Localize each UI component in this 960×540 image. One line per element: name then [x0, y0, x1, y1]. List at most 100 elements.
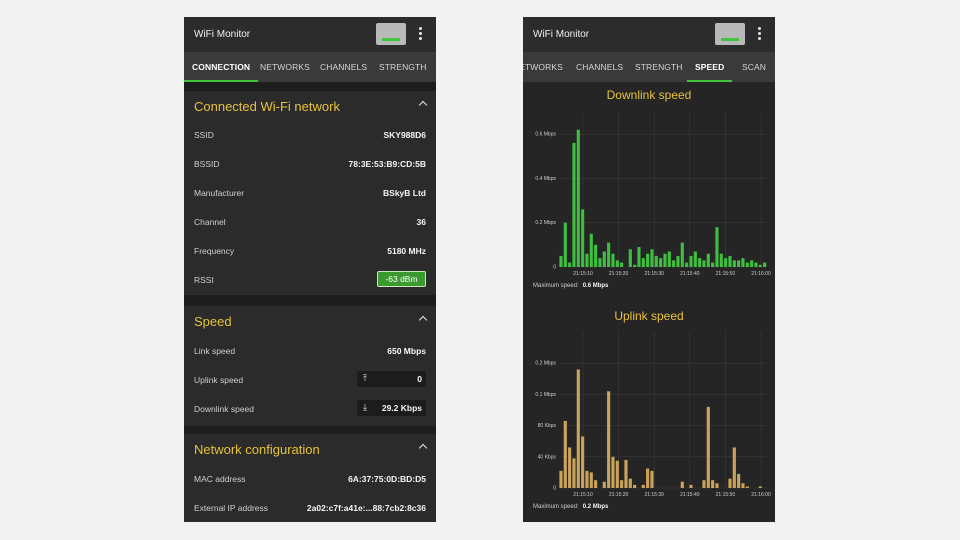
connection-content: Connected Wi-Fi network SSID SKY988D6 BS… [184, 82, 436, 522]
uplink-speed-row: Uplink speed ⤒ 0 [184, 366, 436, 395]
uplink-bar [702, 480, 706, 488]
uplink-bar [650, 470, 654, 488]
uplink-bar [728, 478, 732, 488]
uplink-xtick-label: 21:15:40 [680, 492, 700, 498]
uplink-ytick-label: 0.2 Mbps [535, 361, 556, 367]
tab-bar: CONNECTION NETWORKS CHANNELS STRENGTH [184, 52, 436, 82]
downlink-ytick-label: 0.4 Mbps [535, 176, 556, 182]
downlink-bar [711, 262, 715, 267]
uplink-xtick-label: 21:15:30 [644, 492, 664, 498]
downlink-bar [680, 242, 684, 267]
row-label: Uplink speed [194, 375, 244, 385]
chevron-up-icon[interactable] [418, 443, 428, 453]
downlink-bar [611, 253, 615, 267]
more-vert-icon[interactable] [416, 26, 424, 42]
row-value: SKY988D6 [383, 130, 426, 140]
uplink-bar [572, 458, 576, 488]
row-label: Channel [194, 217, 226, 227]
speed-card: Speed Link speed 650 Mbps Uplink speed ⤒… [184, 306, 436, 426]
downlink-bar [628, 249, 632, 267]
row-value: 650 Mbps [387, 346, 426, 356]
uplink-bar [602, 481, 606, 488]
tab-channels[interactable]: CHANNELS [320, 52, 367, 82]
downlink-xtick-label: 21:15:30 [644, 271, 664, 277]
row-label: Downlink speed [194, 404, 255, 414]
downlink-bar [685, 262, 689, 267]
downlink-bar [715, 227, 719, 267]
row-value: 0 [417, 374, 422, 384]
uplink-bar [737, 473, 741, 488]
downlink-bar [663, 253, 667, 267]
uplink-bar [715, 483, 719, 488]
downlink-bar [576, 129, 580, 267]
chevron-up-icon[interactable] [418, 315, 428, 325]
downlink-bar [650, 249, 654, 267]
speed-charts: 0 0.2 Mbps 0.4 Mbps 0.6 Mbps 21:15:10 21:15:2… [535, 112, 771, 498]
frequency-row: Frequency 5180 MHz [184, 237, 436, 266]
max-speed-label: Maximum speed: [533, 283, 579, 289]
uplink-bar [706, 406, 710, 488]
tab-strength[interactable]: STRENGTH [635, 52, 683, 82]
signal-strength-icon[interactable] [715, 23, 745, 45]
uplink-bar [563, 420, 567, 488]
row-label: Frequency [194, 246, 235, 256]
app-title: WiFi Monitor [533, 29, 590, 40]
card-header[interactable]: Connected Wi-Fi network [184, 91, 436, 121]
uplink-bar [576, 369, 580, 488]
speed-screen: WiFi Monitor NETWORKS CHANNELS STRENGTH … [523, 17, 775, 522]
downlink-ytick-label: 0.6 Mbps [535, 132, 556, 138]
uplink-bar [611, 456, 615, 488]
downlink-bar [659, 258, 663, 267]
downlink-bar [620, 262, 624, 267]
tab-speed[interactable]: SPEED [686, 52, 733, 82]
rssi-badge: -63 dBm [377, 271, 426, 287]
mac-address-row: MAC address 6A:37:75:0D:BD:D5 [184, 465, 436, 494]
uplink-bar [589, 472, 593, 488]
downlink-xtick-label: 21:16:00 [751, 271, 771, 277]
rssi-row: RSSI -63 dBm [184, 266, 436, 295]
upload-icon: ⤒ [363, 373, 367, 383]
card-header[interactable]: Network configuration [184, 434, 436, 464]
tab-connection[interactable]: CONNECTION [184, 52, 259, 82]
uplink-bar [633, 484, 637, 488]
signal-strength-icon[interactable] [376, 23, 406, 45]
uplink-xtick-label: 21:15:10 [573, 492, 593, 498]
uplink-bar [585, 470, 589, 488]
tab-scan[interactable]: SCAN [742, 52, 766, 82]
card-header[interactable]: Speed [184, 306, 436, 336]
max-speed-value: 0.2 Mbps [582, 504, 609, 510]
uplink-bar [641, 484, 645, 488]
downlink-speed-row: Downlink speed ⤓ 29.2 Kbps [184, 395, 436, 424]
downlink-bar [563, 222, 567, 267]
tab-strength[interactable]: STRENGTH [379, 52, 427, 82]
uplink-bar [620, 480, 624, 488]
downlink-bar [602, 251, 606, 267]
downlink-xtick-label: 21:15:20 [609, 271, 629, 277]
chevron-up-icon[interactable] [418, 100, 428, 110]
uplink-bar [607, 391, 611, 488]
downlink-bar [693, 251, 697, 267]
downlink-xtick-label: 21:15:40 [680, 271, 700, 277]
row-value: 78:3E:53:B9:CD:5B [348, 159, 426, 169]
tab-channels[interactable]: CHANNELS [576, 52, 623, 82]
tab-networks[interactable]: NETWORKS [523, 52, 563, 82]
row-value: 6A:37:75:0D:BD:D5 [348, 474, 426, 484]
uplink-xtick-label: 21:15:50 [716, 492, 736, 498]
uplink-bar [568, 447, 572, 488]
manufacturer-row: Manufacturer BSkyB Ltd [184, 179, 436, 208]
tab-networks[interactable]: NETWORKS [260, 52, 310, 82]
row-label: SSID [194, 130, 214, 140]
uplink-max-speed: Maximum speed: 0.2 Mbps [533, 504, 608, 510]
more-vert-icon[interactable] [755, 26, 763, 42]
downlink-bar [702, 260, 706, 267]
row-value: BSkyB Ltd [383, 188, 426, 198]
downlink-bar [758, 264, 762, 267]
uplink-bar [711, 480, 715, 488]
tab-bar: NETWORKS CHANNELS STRENGTH SPEED SCAN [523, 52, 775, 82]
row-value: 5180 MHz [387, 246, 426, 256]
uplink-bar [581, 436, 585, 488]
download-icon: ⤓ [363, 402, 367, 412]
connection-screen: WiFi Monitor CONNECTION NETWORKS CHANNEL… [184, 17, 436, 522]
channel-row: Channel 36 [184, 208, 436, 237]
downlink-bar [568, 262, 572, 267]
